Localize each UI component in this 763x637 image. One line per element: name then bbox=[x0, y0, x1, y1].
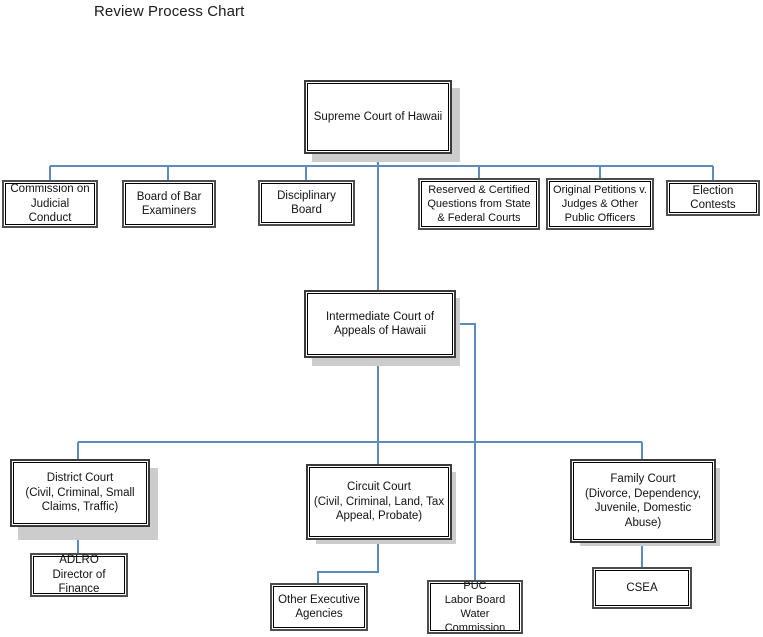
node-disciplinary-board[interactable]: Disciplinary Board bbox=[258, 180, 355, 226]
node-original-petitions[interactable]: Original Petitions v. Judges & Other Pub… bbox=[546, 178, 654, 230]
org-chart-canvas: Review Process Chart Supreme Court of Ha… bbox=[0, 0, 763, 637]
node-disciplinary-board-label: Disciplinary Board bbox=[277, 189, 336, 217]
node-commission-judicial-conduct-label: Commission on Judicial Conduct bbox=[10, 183, 90, 225]
node-csea[interactable]: CSEA bbox=[592, 567, 692, 609]
node-circuit-court-label: Circuit Court (Civil, Criminal, Land, Ta… bbox=[313, 481, 445, 523]
node-board-bar-examiners-label: Board of Bar Examiners bbox=[136, 190, 202, 218]
node-circuit-court[interactable]: Circuit Court (Civil, Criminal, Land, Ta… bbox=[306, 464, 452, 540]
node-other-executive-agencies[interactable]: Other Executive Agencies bbox=[270, 583, 368, 631]
node-intermediate-court-label: Intermediate Court of Appeals of Hawaii bbox=[325, 310, 435, 338]
node-puc[interactable]: PUC Labor Board Water Commission bbox=[427, 580, 523, 634]
node-election-contests[interactable]: Election Contests bbox=[666, 180, 760, 216]
node-family-court[interactable]: Family Court (Divorce, Dependency, Juven… bbox=[570, 459, 716, 543]
node-intermediate-court[interactable]: Intermediate Court of Appeals of Hawaii bbox=[304, 290, 456, 358]
node-adlro-label: ADLRO Director of Finance bbox=[52, 554, 106, 596]
node-district-court[interactable]: District Court (Civil, Criminal, Small C… bbox=[10, 459, 150, 527]
node-district-court-label: District Court (Civil, Criminal, Small C… bbox=[25, 472, 135, 514]
edge-circuit-to-agencies bbox=[317, 540, 379, 583]
node-reserved-certified-questions-label: Reserved & Certified Questions from Stat… bbox=[427, 184, 531, 224]
node-original-petitions-label: Original Petitions v. Judges & Other Pub… bbox=[553, 184, 647, 224]
node-adlro[interactable]: ADLRO Director of Finance bbox=[30, 553, 128, 597]
node-election-contests-label: Election Contests bbox=[690, 184, 736, 212]
node-board-bar-examiners[interactable]: Board of Bar Examiners bbox=[122, 180, 216, 228]
node-other-executive-agencies-label: Other Executive Agencies bbox=[278, 593, 360, 621]
node-puc-label: PUC Labor Board Water Commission bbox=[444, 580, 506, 634]
node-commission-judicial-conduct[interactable]: Commission on Judicial Conduct bbox=[2, 180, 98, 228]
node-family-court-label: Family Court (Divorce, Dependency, Juven… bbox=[584, 473, 702, 529]
node-csea-label: CSEA bbox=[626, 581, 658, 594]
node-reserved-certified-questions[interactable]: Reserved & Certified Questions from Stat… bbox=[418, 178, 540, 230]
node-supreme-court[interactable]: Supreme Court of Hawaii bbox=[304, 80, 452, 154]
node-supreme-court-label: Supreme Court of Hawaii bbox=[313, 110, 443, 123]
